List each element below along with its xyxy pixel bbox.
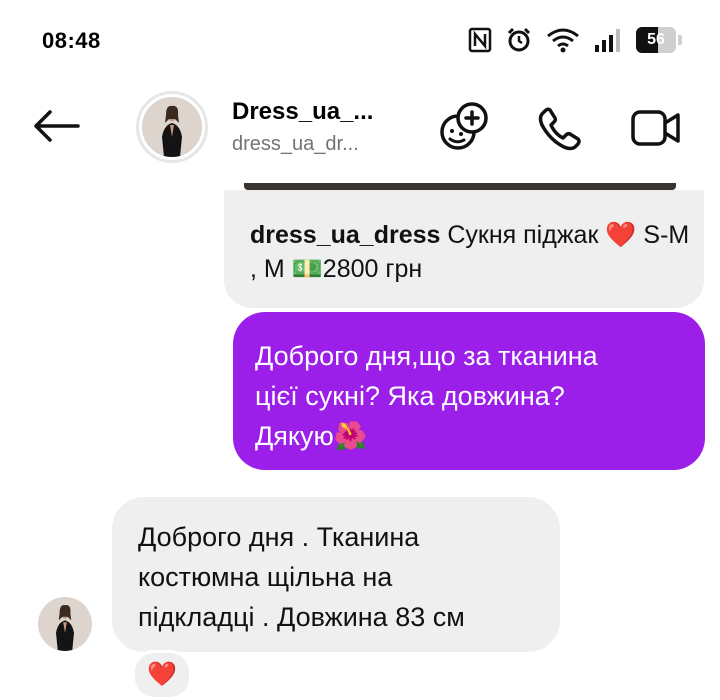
alarm-icon bbox=[506, 27, 532, 53]
shared-post-caption: dress_ua_dress Сукня піджак ❤️ S-M , M 💵… bbox=[250, 218, 690, 286]
contact-display-name[interactable]: Dress_ua_... bbox=[232, 98, 373, 126]
battery-icon: 56 bbox=[636, 27, 682, 53]
shared-post-image[interactable] bbox=[244, 183, 676, 190]
incoming-message-bubble[interactable]: Доброго дня . Тканина костюмна щільна на… bbox=[112, 497, 560, 652]
nfc-icon bbox=[468, 27, 492, 53]
phone-icon[interactable] bbox=[532, 100, 588, 156]
sender-avatar[interactable] bbox=[38, 597, 92, 651]
outgoing-message-bubble[interactable]: Доброго дня,що за тканина цієї сукні? Як… bbox=[233, 312, 705, 470]
status-icons: 56 bbox=[468, 22, 682, 58]
battery-percent: 56 bbox=[647, 31, 665, 48]
video-icon[interactable] bbox=[628, 100, 684, 156]
contact-username[interactable]: dress_ua_dr... bbox=[232, 133, 359, 156]
avatar[interactable] bbox=[136, 91, 208, 163]
shared-post-card[interactable]: dress_ua_dress Сукня піджак ❤️ S-M , M 💵… bbox=[224, 190, 704, 308]
wifi-icon bbox=[546, 27, 580, 53]
back-arrow-icon[interactable] bbox=[28, 104, 84, 148]
signal-icon bbox=[594, 27, 622, 53]
shared-post-handle: dress_ua_dress bbox=[250, 221, 441, 249]
effects-icon[interactable] bbox=[436, 100, 492, 156]
heart-reaction[interactable]: ❤️ bbox=[132, 650, 192, 700]
status-time: 08:48 bbox=[42, 28, 101, 53]
